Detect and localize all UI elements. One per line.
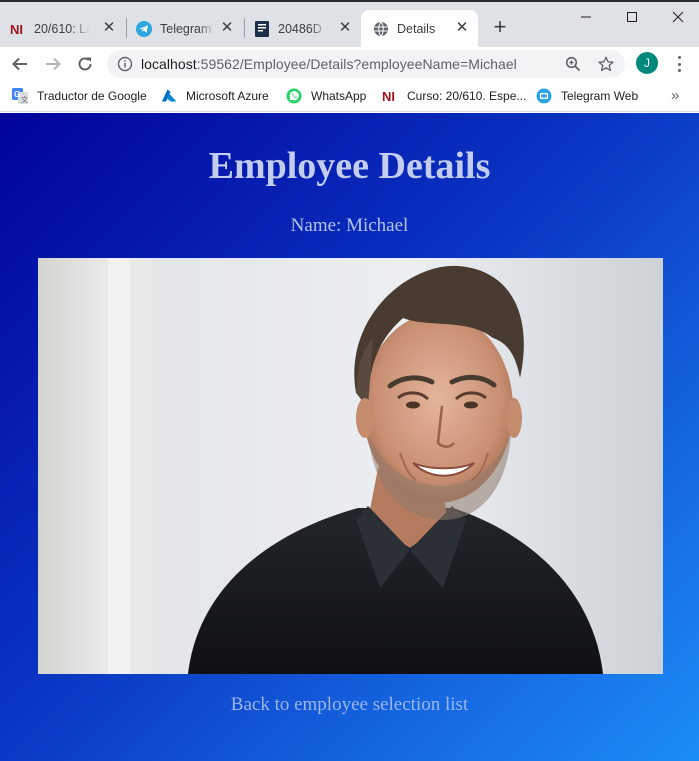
employee-name: Name: Michael (290, 215, 409, 236)
bookmarks-overflow-button[interactable]: » (671, 87, 679, 104)
url-path: :59562/Employee/Details?employeeName=Mic… (196, 56, 517, 72)
telegram-icon (536, 88, 552, 104)
tab-title: 20486D - (278, 21, 328, 36)
close-icon[interactable]: ✕ (219, 20, 235, 36)
tab-ni-course[interactable]: NI 20/610: La ✕ (10, 10, 125, 47)
new-tab-button[interactable]: + (489, 16, 511, 38)
azure-icon (161, 88, 177, 104)
page-title: Employee Details (208, 145, 491, 187)
zoom-icon[interactable] (565, 56, 581, 72)
bookmark-label: Traductor de Google (37, 89, 147, 103)
close-icon[interactable]: ✕ (101, 20, 117, 36)
minimize-button[interactable] (563, 4, 609, 30)
employee-portrait-image (38, 258, 663, 674)
close-window-icon (672, 11, 684, 23)
url-host: localhost (141, 56, 197, 72)
employee-photo (38, 258, 663, 674)
back-button[interactable] (8, 52, 32, 76)
forward-button[interactable] (41, 52, 65, 76)
back-to-list-link[interactable]: Back to employee selection list (0, 694, 699, 716)
url-text[interactable]: localhost:59562/Employee/Details?employe… (141, 56, 517, 72)
reload-button[interactable] (73, 52, 97, 76)
bookmark-label: Curso: 20/610. Espe... (407, 89, 527, 103)
profile-avatar[interactable]: J (636, 52, 658, 74)
document-icon (254, 20, 270, 37)
telegram-icon (136, 20, 152, 37)
tab-details-active[interactable]: Details ✕ (361, 10, 478, 47)
ni-icon: NI (382, 88, 398, 104)
page-content: Employee Details Name: Michael Back to e… (0, 113, 699, 761)
maximize-button[interactable] (609, 4, 655, 30)
svg-text:NI: NI (10, 22, 23, 36)
bookmark-ni-curso[interactable]: NI Curso: 20/610. Espe... (382, 87, 526, 105)
bookmark-telegram-web[interactable]: Telegram Web (536, 87, 638, 105)
browser-toolbar: localhost:59562/Employee/Details?employe… (0, 47, 699, 81)
bookmark-whatsapp[interactable]: WhatsApp (286, 87, 366, 105)
svg-text:NI: NI (382, 89, 395, 103)
globe-icon (373, 21, 389, 37)
ni-icon: NI (10, 21, 26, 37)
svg-text:G: G (14, 90, 20, 99)
tab-separator (244, 18, 245, 38)
arrow-left-icon (12, 57, 27, 71)
reload-icon (78, 57, 92, 71)
menu-icon[interactable] (672, 54, 686, 74)
tab-20486d[interactable]: 20486D - ✕ (246, 10, 361, 47)
close-icon[interactable]: ✕ (454, 20, 470, 36)
bookmark-google-translate[interactable]: G文 Traductor de Google (12, 87, 147, 105)
tab-title: Details (397, 21, 436, 36)
tab-strip: NI 20/610: La ✕ Telegram W ✕ 20486D - ✕ … (0, 0, 699, 47)
bookmark-azure[interactable]: Microsoft Azure (161, 87, 269, 105)
svg-text:文: 文 (21, 95, 28, 104)
close-window-button[interactable] (655, 4, 699, 30)
bookmark-label: Telegram Web (561, 89, 639, 103)
star-icon[interactable] (598, 56, 614, 72)
window-top-edge (0, 0, 699, 2)
arrow-right-icon (46, 57, 61, 71)
tab-telegram[interactable]: Telegram W ✕ (128, 10, 243, 47)
whatsapp-icon (286, 88, 302, 104)
info-icon[interactable] (117, 56, 133, 72)
bookmarks-bar: G文 Traductor de Google Microsoft Azure W… (0, 81, 699, 112)
google-translate-icon: G文 (12, 88, 28, 104)
close-icon[interactable]: ✕ (337, 20, 353, 36)
bookmark-label: Microsoft Azure (186, 89, 269, 103)
maximize-icon (627, 12, 637, 22)
tab-separator (126, 18, 127, 38)
tab-title: Telegram W (160, 21, 216, 36)
tab-title: 20/610: La (34, 21, 90, 36)
bookmark-label: WhatsApp (311, 89, 367, 103)
minimize-icon (581, 16, 591, 18)
address-bar[interactable]: localhost:59562/Employee/Details?employe… (107, 50, 625, 78)
